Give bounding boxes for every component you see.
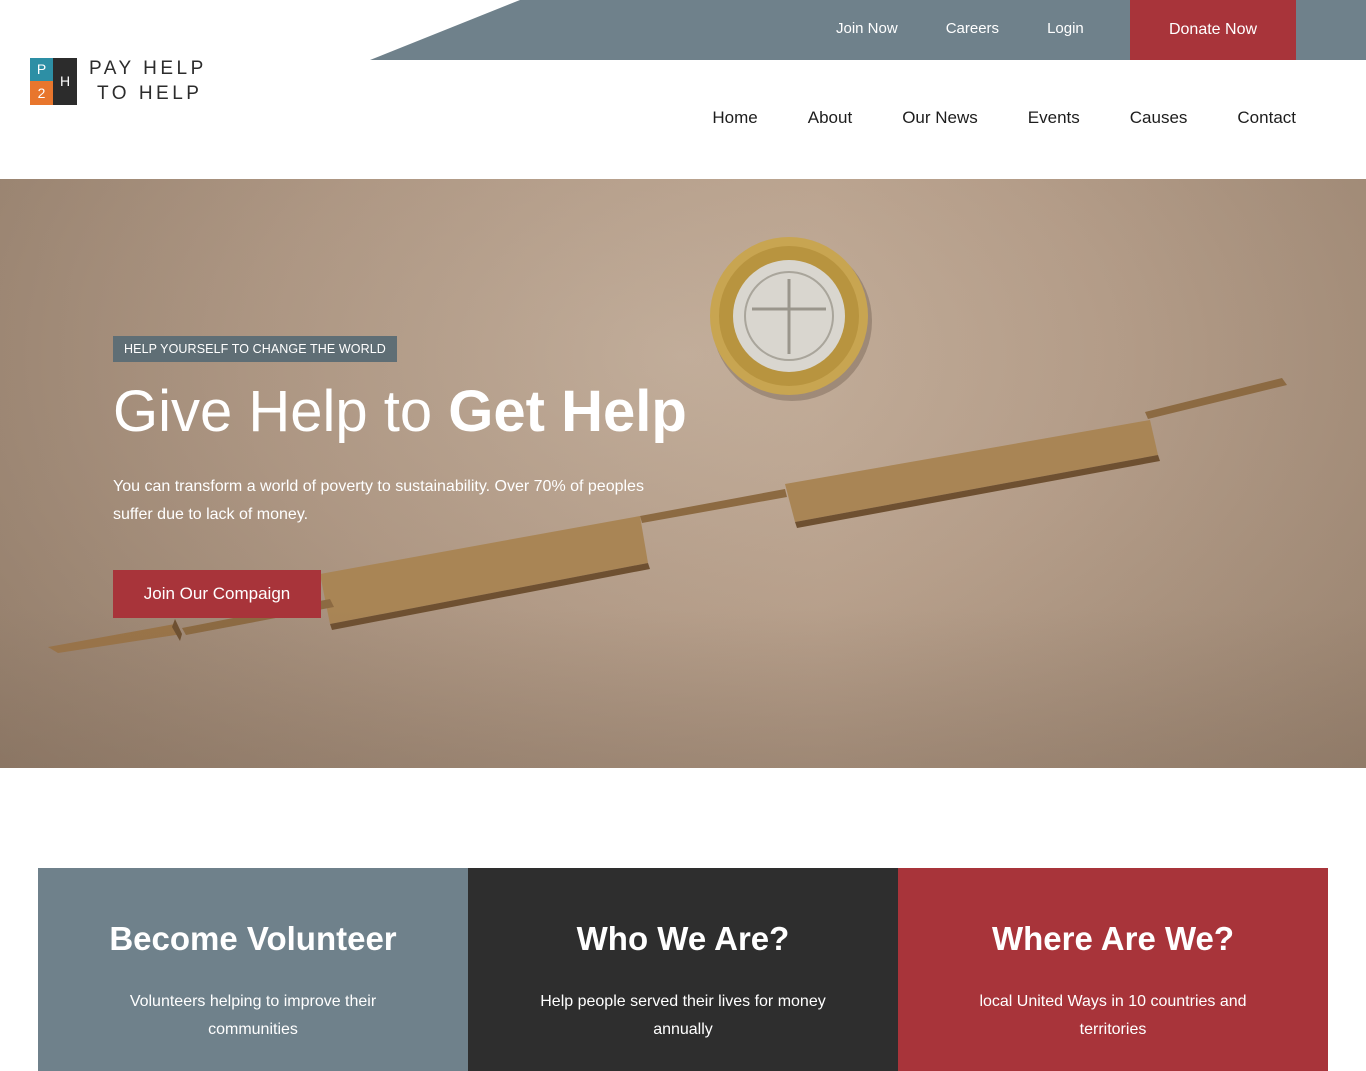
feature-text: Volunteers helping to improve their comm…	[129, 993, 377, 1038]
nav-our-news[interactable]: Our News	[902, 108, 978, 128]
feature-title: Who We Are?	[576, 920, 790, 957]
feature-become-volunteer[interactable]: Become Volunteer Volunteers helping to i…	[38, 868, 468, 1071]
logo-line-1: PAY HELP	[89, 58, 207, 79]
hero-title: Give Help to Get Help	[113, 378, 687, 445]
feature-text: local United Ways in 10 countries and te…	[979, 993, 1247, 1038]
logo-line-2: TO HELP	[97, 83, 203, 104]
logo-mark: P H 2	[30, 57, 77, 105]
logo-letter-h: H	[53, 57, 77, 105]
logo-wordmark: PAY HELP TO HELP	[89, 56, 207, 106]
join-campaign-button[interactable]: Join Our Compaign	[113, 570, 321, 618]
hero-title-light: Give Help to	[113, 379, 449, 444]
logo-letter-2: 2	[30, 80, 53, 105]
feature-text: Help people served their lives for money…	[540, 993, 826, 1038]
main-nav: Home About Our News Events Causes Contac…	[662, 108, 1296, 128]
nav-contact[interactable]: Contact	[1237, 108, 1296, 128]
login-link[interactable]: Login	[1047, 20, 1084, 37]
logo-letter-p: P	[30, 57, 53, 81]
hero-title-bold: Get Help	[448, 379, 687, 444]
feature-title: Become Volunteer	[109, 920, 397, 957]
hero-description: You can transform a world of poverty to …	[113, 478, 644, 523]
feature-where-are-we[interactable]: Where Are We? local United Ways in 10 co…	[898, 868, 1328, 1071]
hero-tagline-badge: HELP YOURSELF TO CHANGE THE WORLD	[113, 336, 397, 362]
donate-now-button[interactable]: Donate Now	[1130, 0, 1296, 60]
feature-who-we-are[interactable]: Who We Are? Help people served their liv…	[468, 868, 898, 1071]
nav-causes[interactable]: Causes	[1130, 108, 1188, 128]
feature-boxes: Become Volunteer Volunteers helping to i…	[38, 868, 1328, 1071]
feature-title: Where Are We?	[991, 920, 1235, 957]
careers-link[interactable]: Careers	[946, 20, 999, 37]
hero-floor-gradient	[0, 608, 1366, 768]
ramp-step-5	[1145, 378, 1287, 419]
top-links: Join Now Careers Login	[812, 0, 1108, 56]
nav-events[interactable]: Events	[1028, 108, 1080, 128]
site-logo[interactable]: P H 2 PAY HELP TO HELP	[30, 56, 207, 106]
nav-home[interactable]: Home	[712, 108, 757, 128]
nav-about[interactable]: About	[808, 108, 852, 128]
join-now-link[interactable]: Join Now	[836, 20, 898, 37]
